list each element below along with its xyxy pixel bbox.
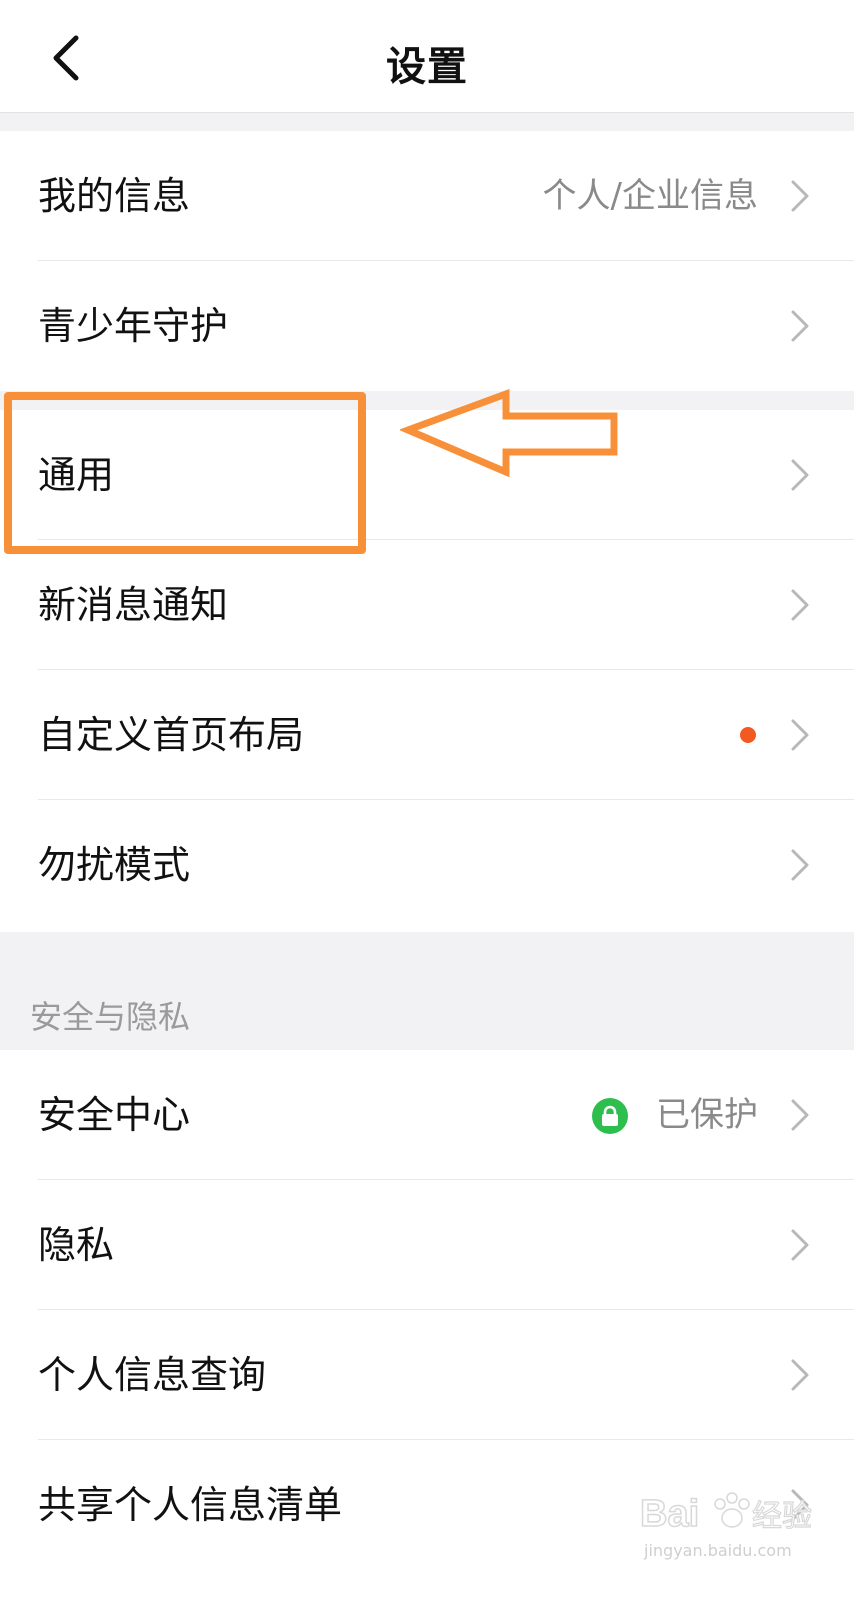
row-my-info[interactable]: 我的信息 个人/企业信息 <box>0 131 854 261</box>
row-security-center[interactable]: 安全中心 已保护 <box>0 1050 854 1180</box>
row-new-message-notification[interactable]: 新消息通知 <box>0 540 854 670</box>
row-value: 已保护 <box>656 1095 758 1135</box>
row-youth-protection[interactable]: 青少年守护 <box>0 261 854 391</box>
row-label: 勿扰模式 <box>38 843 191 887</box>
chevron-right-icon <box>791 1489 809 1521</box>
chevron-right-icon <box>791 719 809 751</box>
section-header-security: 安全与隐私 <box>0 932 854 1050</box>
row-do-not-disturb[interactable]: 勿扰模式 <box>0 800 854 930</box>
row-value: 个人/企业信息 <box>542 176 758 216</box>
row-custom-home-layout[interactable]: 自定义首页布局 <box>0 670 854 800</box>
row-label: 通用 <box>38 453 115 497</box>
section-title: 安全与隐私 <box>30 998 191 1036</box>
row-general[interactable]: 通用 <box>0 410 854 540</box>
row-shared-info-list[interactable]: 共享个人信息清单 <box>0 1440 854 1570</box>
row-label: 新消息通知 <box>38 583 229 627</box>
unread-dot <box>740 727 756 743</box>
row-label: 安全中心 <box>38 1093 191 1137</box>
row-label: 我的信息 <box>38 174 191 218</box>
row-label: 隐私 <box>38 1223 115 1267</box>
row-label: 青少年守护 <box>38 304 229 348</box>
chevron-right-icon <box>791 459 809 491</box>
chevron-right-icon <box>791 589 809 621</box>
row-label: 共享个人信息清单 <box>38 1483 343 1527</box>
page-title: 设置 <box>386 44 468 90</box>
row-label: 个人信息查询 <box>38 1353 267 1397</box>
group-gap <box>0 113 854 131</box>
row-label: 自定义首页布局 <box>38 713 305 757</box>
lock-icon <box>592 1098 628 1134</box>
chevron-right-icon <box>791 1359 809 1391</box>
nav-bar: 设置 <box>0 0 854 113</box>
chevron-right-icon <box>791 310 809 342</box>
row-personal-info-query[interactable]: 个人信息查询 <box>0 1310 854 1440</box>
chevron-right-icon <box>791 849 809 881</box>
row-privacy[interactable]: 隐私 <box>0 1180 854 1310</box>
group-gap <box>0 391 854 410</box>
chevron-right-icon <box>791 1229 809 1261</box>
chevron-right-icon <box>791 180 809 212</box>
chevron-right-icon <box>791 1099 809 1131</box>
